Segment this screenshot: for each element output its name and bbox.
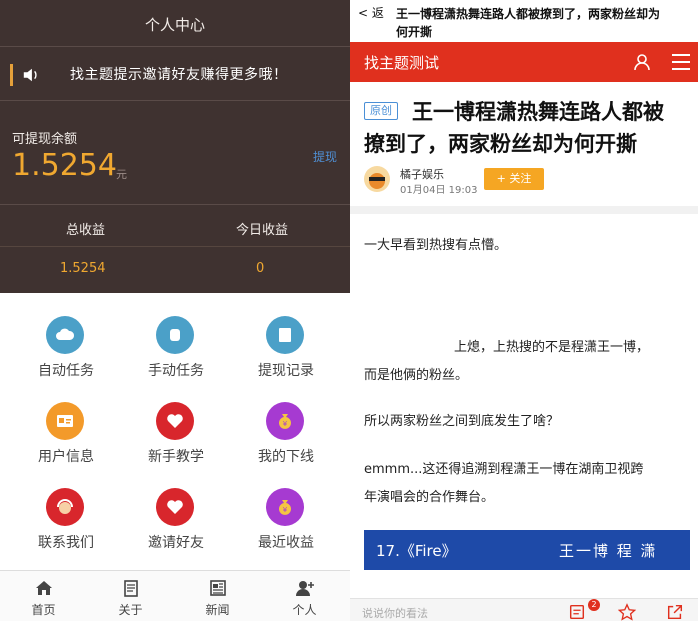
divider bbox=[0, 46, 350, 47]
news-icon bbox=[210, 580, 226, 596]
author-avatar[interactable] bbox=[364, 166, 390, 192]
article-headline-cont: 撩到了，两家粉丝却为何开撕 bbox=[364, 132, 637, 156]
notice-text: 找主题提示邀请好友赚得更多哦！ bbox=[70, 67, 288, 83]
banner-performers: 王一博 程 潇 bbox=[559, 542, 658, 560]
comment-input[interactable]: 说说你的看法 bbox=[362, 605, 552, 621]
tab-news[interactable]: 新闻 bbox=[174, 571, 261, 621]
grid-item-label: 我的下线 bbox=[258, 449, 314, 465]
comment-count-badge: 2 bbox=[588, 599, 600, 611]
banner-song: 17.《Fire》 bbox=[376, 542, 457, 560]
today-income-label: 今日收益 bbox=[236, 223, 289, 238]
article-image-banner: 17.《Fire》 王一博 程 潇 bbox=[364, 530, 690, 570]
headset-icon bbox=[46, 488, 84, 526]
grid-item-my-downline[interactable]: ¥ 我的下线 bbox=[231, 402, 341, 472]
site-brand[interactable]: 找主题测试 bbox=[364, 52, 439, 73]
grid-item-label: 提现记录 bbox=[258, 363, 314, 379]
heart-icon bbox=[156, 488, 194, 526]
balance-unit: 元 bbox=[116, 168, 127, 181]
speaker-icon bbox=[23, 68, 37, 82]
grid-item-auto-task[interactable]: 自动任务 bbox=[11, 316, 121, 386]
profile-header: 个人中心 找主题提示邀请好友赚得更多哦！ 可提现余额 1.5254 元 提现 总… bbox=[0, 0, 350, 293]
tab-home[interactable]: 首页 bbox=[0, 571, 87, 621]
cloud-icon bbox=[46, 316, 84, 354]
balance-label: 可提现余额 bbox=[12, 132, 78, 147]
tab-about[interactable]: 关于 bbox=[87, 571, 174, 621]
grid-item-label: 用户信息 bbox=[38, 449, 94, 465]
article-headline: 王一博程潇热舞连路人都被 bbox=[412, 100, 664, 124]
record-icon bbox=[266, 316, 304, 354]
withdraw-link[interactable]: 提现 bbox=[313, 148, 337, 165]
star-icon[interactable] bbox=[618, 603, 636, 621]
paragraph: 所以两家粉丝之间到底发生了啥？ bbox=[364, 414, 560, 429]
share-icon[interactable] bbox=[666, 603, 684, 621]
follow-button[interactable]: + 关注 bbox=[484, 168, 544, 190]
divider bbox=[0, 246, 350, 247]
grid-item-withdraw-records[interactable]: 提现记录 bbox=[231, 316, 341, 386]
title-bar: < 返 王一博程潇热舞连路人都被撩到了，两家粉丝却为 何开撕 bbox=[350, 0, 698, 42]
document-icon bbox=[124, 580, 138, 597]
page-title: 个人中心 bbox=[144, 16, 205, 34]
money-bag-icon: ¥ bbox=[266, 488, 304, 526]
site-nav-bar: 找主题测试 bbox=[350, 42, 698, 82]
user-add-icon bbox=[296, 581, 314, 596]
money-bag-icon: ¥ bbox=[266, 402, 304, 440]
paragraph: 年演唱会的合作舞台。 bbox=[364, 490, 495, 505]
grid-item-label: 联系我们 bbox=[38, 535, 94, 551]
balance-value: 1.5254 bbox=[12, 148, 117, 183]
paragraph: 而是他俩的粉丝。 bbox=[364, 368, 469, 383]
tab-label: 首页 bbox=[31, 603, 56, 617]
tab-personal[interactable]: 个人 bbox=[261, 571, 348, 621]
tab-label: 关于 bbox=[118, 603, 143, 617]
hand-icon bbox=[156, 316, 194, 354]
window-title: 王一博程潇热舞连路人都被撩到了，两家粉丝却为 bbox=[396, 7, 661, 21]
divider bbox=[350, 206, 698, 214]
notice-accent bbox=[10, 64, 13, 86]
menu-icon[interactable] bbox=[672, 54, 690, 70]
notice-bar[interactable]: 找主题提示邀请好友赚得更多哦！ bbox=[10, 60, 340, 90]
profile-screen: 个人中心 找主题提示邀请好友赚得更多哦！ 可提现余额 1.5254 元 提现 总… bbox=[0, 0, 350, 621]
total-income-label: 总收益 bbox=[66, 223, 106, 238]
svg-text:¥: ¥ bbox=[283, 506, 288, 514]
paragraph: emmm...这还得追溯到程潇王一博在湖南卫视跨 bbox=[364, 462, 644, 477]
original-badge: 原创 bbox=[364, 102, 398, 120]
grid-item-contact-us[interactable]: 联系我们 bbox=[11, 488, 121, 558]
divider bbox=[0, 100, 350, 101]
total-income-value: 1.5254 bbox=[60, 261, 106, 276]
tab-label: 个人 bbox=[292, 603, 317, 617]
tab-label: 新闻 bbox=[205, 603, 230, 617]
id-card-icon bbox=[46, 402, 84, 440]
back-button[interactable]: < 返 bbox=[358, 4, 384, 21]
paragraph: 一大早看到热搜有点懵。 bbox=[364, 238, 508, 253]
grid-item-user-info[interactable]: 用户信息 bbox=[11, 402, 121, 472]
grid-item-label: 邀请好友 bbox=[148, 535, 204, 551]
user-icon[interactable] bbox=[632, 52, 652, 72]
svg-text:¥: ¥ bbox=[283, 420, 288, 428]
grid-item-label: 自动任务 bbox=[38, 363, 94, 379]
grid-item-manual-task[interactable]: 手动任务 bbox=[121, 316, 231, 386]
home-icon bbox=[36, 581, 52, 595]
comment-icon[interactable] bbox=[568, 603, 586, 621]
grid-item-label: 新手教学 bbox=[148, 449, 204, 465]
grid-item-label: 最近收益 bbox=[258, 535, 314, 551]
grid-item-invite-friends[interactable]: 邀请好友 bbox=[121, 488, 231, 558]
window-title-cont: 何开撕 bbox=[396, 25, 433, 39]
heart-icon bbox=[156, 402, 194, 440]
article-screen: < 返 王一博程潇热舞连路人都被撩到了，两家粉丝却为 何开撕 找主题测试 原创 … bbox=[350, 0, 698, 621]
author-name[interactable]: 橘子娱乐 bbox=[400, 166, 444, 182]
publish-date: 01月04日 19:03 bbox=[400, 185, 478, 196]
grid-item-tutorial[interactable]: 新手教学 bbox=[121, 402, 231, 472]
divider bbox=[0, 204, 350, 205]
today-income-value: 0 bbox=[256, 261, 265, 276]
grid-item-label: 手动任务 bbox=[148, 363, 204, 379]
bottom-tab-bar: 首页 关于 新闻 个人 bbox=[0, 570, 350, 621]
paragraph: 上熄，上热搜的不是程潇王一博， bbox=[454, 340, 650, 355]
comment-bar: 说说你的看法 2 bbox=[350, 598, 698, 621]
grid-item-recent-income[interactable]: ¥ 最近收益 bbox=[231, 488, 341, 558]
